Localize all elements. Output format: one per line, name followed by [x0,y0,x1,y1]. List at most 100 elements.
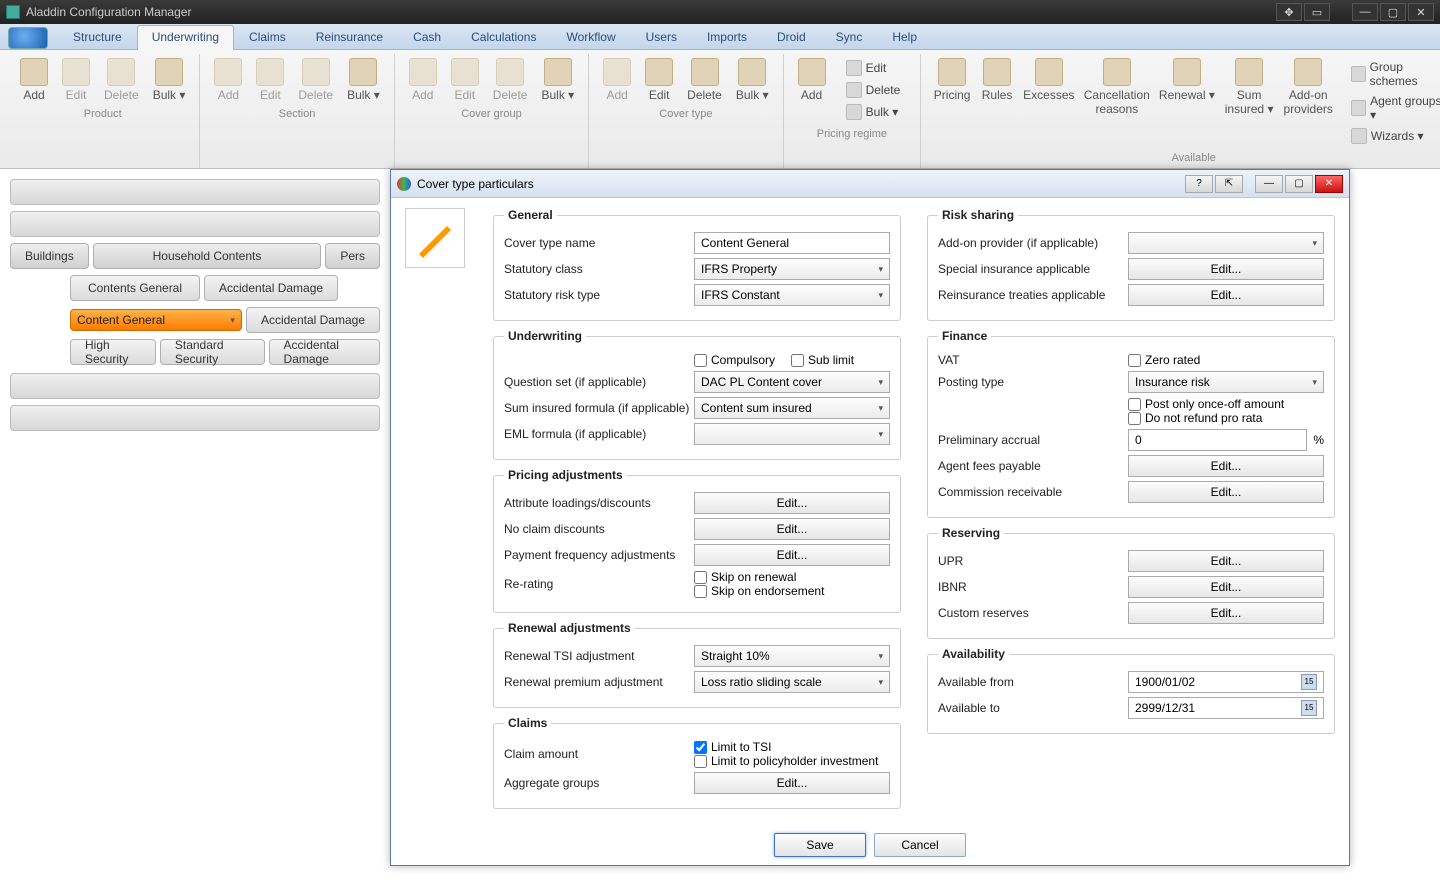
limit-policyholder-checkbox[interactable] [694,755,707,768]
ribbon-small-button[interactable]: Bulk ▾ [840,102,907,122]
menu-tab-droid[interactable]: Droid [762,25,821,50]
dialog-maximize-button[interactable]: ▢ [1285,175,1313,193]
addon-provider-select[interactable] [1128,232,1324,254]
cover-type-name-input[interactable] [694,232,890,254]
menu-tab-help[interactable]: Help [877,25,932,50]
cover-pill[interactable]: High Security [70,339,156,365]
finance-group: Finance VATZero rated Posting typeInsura… [927,329,1335,518]
attr-loadings-edit-button[interactable]: Edit... [694,492,890,514]
calendar-icon[interactable]: 15 [1301,700,1317,716]
compulsory-checkbox[interactable] [694,354,707,367]
menu-tab-underwriting[interactable]: Underwriting [137,25,234,50]
ribbon-label: Edit [454,88,475,102]
ribbon-excessesbutton[interactable]: Excesses [1019,56,1078,148]
no-refund-checkbox[interactable] [1128,412,1141,425]
calendar-icon[interactable]: 15 [1301,674,1317,690]
aggregate-groups-edit-button[interactable]: Edit... [694,772,890,794]
question-set-label: Question set (if applicable) [504,375,694,389]
ribbon-pricingbutton[interactable]: Pricing [929,56,975,148]
ribbon-editbutton[interactable]: Edit [639,56,679,104]
left-tab[interactable]: Pers [325,243,380,269]
menu-tab-claims[interactable]: Claims [234,25,301,50]
payment-freq-edit-button[interactable]: Edit... [694,544,890,566]
menu-tab-cash[interactable]: Cash [398,25,456,50]
dialog-pin-button[interactable]: ⇱ [1215,175,1243,193]
dialog-close-button[interactable]: ✕ [1315,175,1343,193]
ribbon-addbutton[interactable]: Add [792,56,832,124]
ribbon-icon [20,58,48,86]
commission-edit-button[interactable]: Edit... [1128,481,1324,503]
special-insurance-edit-button[interactable]: Edit... [1128,258,1324,280]
dialog-help-button[interactable]: ? [1185,175,1213,193]
menu-tab-calculations[interactable]: Calculations [456,25,551,50]
ribbon-bulk-button[interactable]: Bulk ▾ [341,56,386,104]
statutory-class-select[interactable]: IFRS Property [694,258,890,280]
close-button[interactable]: ✕ [1408,3,1434,21]
app-logo-icon[interactable] [8,27,48,49]
ribbon-cancellation-reasonsbutton[interactable]: Cancellation reasons [1080,56,1153,148]
skip-endorsement-checkbox[interactable] [694,585,707,598]
menu-tab-sync[interactable]: Sync [821,25,878,50]
ribbon-bulk-button[interactable]: Bulk ▾ [730,56,775,104]
ribbon-label: Bulk ▾ [541,88,574,102]
zero-rated-checkbox[interactable] [1128,354,1141,367]
ribbon-rulesbutton[interactable]: Rules [977,56,1017,148]
cover-pill[interactable]: Standard Security [160,339,265,365]
ribbon-bulk-button[interactable]: Bulk ▾ [147,56,192,104]
cancel-button[interactable]: Cancel [874,833,966,857]
cover-pill[interactable]: Content General [70,309,242,331]
ribbon-deletebutton[interactable]: Delete [681,56,728,104]
available-to-input[interactable]: 2999/12/3115 [1128,697,1324,719]
ribbon-small-button[interactable]: Group schemes [1345,58,1440,90]
question-set-select[interactable]: DAC PL Content cover [694,371,890,393]
layout-icon[interactable]: ▭ [1304,3,1330,21]
sublimit-checkbox[interactable] [791,354,804,367]
upr-edit-button[interactable]: Edit... [1128,550,1324,572]
move-icon[interactable]: ✥ [1276,3,1302,21]
menu-tab-workflow[interactable]: Workflow [551,25,630,50]
post-once-checkbox[interactable] [1128,398,1141,411]
ribbon-add-on-providersbutton[interactable]: Add-on providers [1280,56,1337,148]
renewal-tsi-select[interactable]: Straight 10% [694,645,890,667]
no-claim-edit-button[interactable]: Edit... [694,518,890,540]
ribbon-small-button[interactable]: Agent groups ▾ [1345,92,1440,124]
custom-reserves-edit-button[interactable]: Edit... [1128,602,1324,624]
eml-formula-select[interactable] [694,423,890,445]
ribbon-sum-insured-button[interactable]: Sum insured ▾ [1221,56,1278,148]
reinsurance-treaties-edit-button[interactable]: Edit... [1128,284,1324,306]
dialog-minimize-button[interactable]: — [1255,175,1283,193]
general-legend: General [504,208,557,222]
ribbon-small-button[interactable]: Wizards ▾ [1345,126,1440,146]
ribbon-bulk-button[interactable]: Bulk ▾ [535,56,580,104]
ribbon-renewal-button[interactable]: Renewal ▾ [1155,56,1219,148]
sum-insured-select[interactable]: Content sum insured [694,397,890,419]
ribbon-addbutton[interactable]: Add [14,56,54,104]
renewal-tsi-label: Renewal TSI adjustment [504,649,694,663]
statutory-risk-select[interactable]: IFRS Constant [694,284,890,306]
general-group: General Cover type name Statutory classI… [493,208,901,321]
ribbon-small-button[interactable]: Edit [840,58,907,78]
menu-tab-users[interactable]: Users [631,25,692,50]
renewal-premium-label: Renewal premium adjustment [504,675,694,689]
left-tab[interactable]: Household Contents [93,243,322,269]
agent-fees-edit-button[interactable]: Edit... [1128,455,1324,477]
ribbon-small-button[interactable]: Delete [840,80,907,100]
minimize-button[interactable]: — [1352,3,1378,21]
ibnr-edit-button[interactable]: Edit... [1128,576,1324,598]
preliminary-accrual-input[interactable] [1128,429,1307,451]
save-button[interactable]: Save [774,833,866,857]
cover-pill[interactable]: Contents General [70,275,200,301]
cover-pill[interactable]: Accidental Damage [204,275,338,301]
cover-pill[interactable]: Accidental Damage [269,339,380,365]
available-from-input[interactable]: 1900/01/0215 [1128,671,1324,693]
maximize-button[interactable]: ▢ [1380,3,1406,21]
left-tab[interactable]: Buildings [10,243,89,269]
renewal-premium-select[interactable]: Loss ratio sliding scale [694,671,890,693]
skip-renewal-checkbox[interactable] [694,571,707,584]
menu-tab-reinsurance[interactable]: Reinsurance [301,25,398,50]
cover-pill[interactable]: Accidental Damage [246,307,380,333]
limit-tsi-checkbox[interactable] [694,741,707,754]
menu-tab-structure[interactable]: Structure [58,25,137,50]
posting-type-select[interactable]: Insurance risk [1128,371,1324,393]
menu-tab-imports[interactable]: Imports [692,25,762,50]
